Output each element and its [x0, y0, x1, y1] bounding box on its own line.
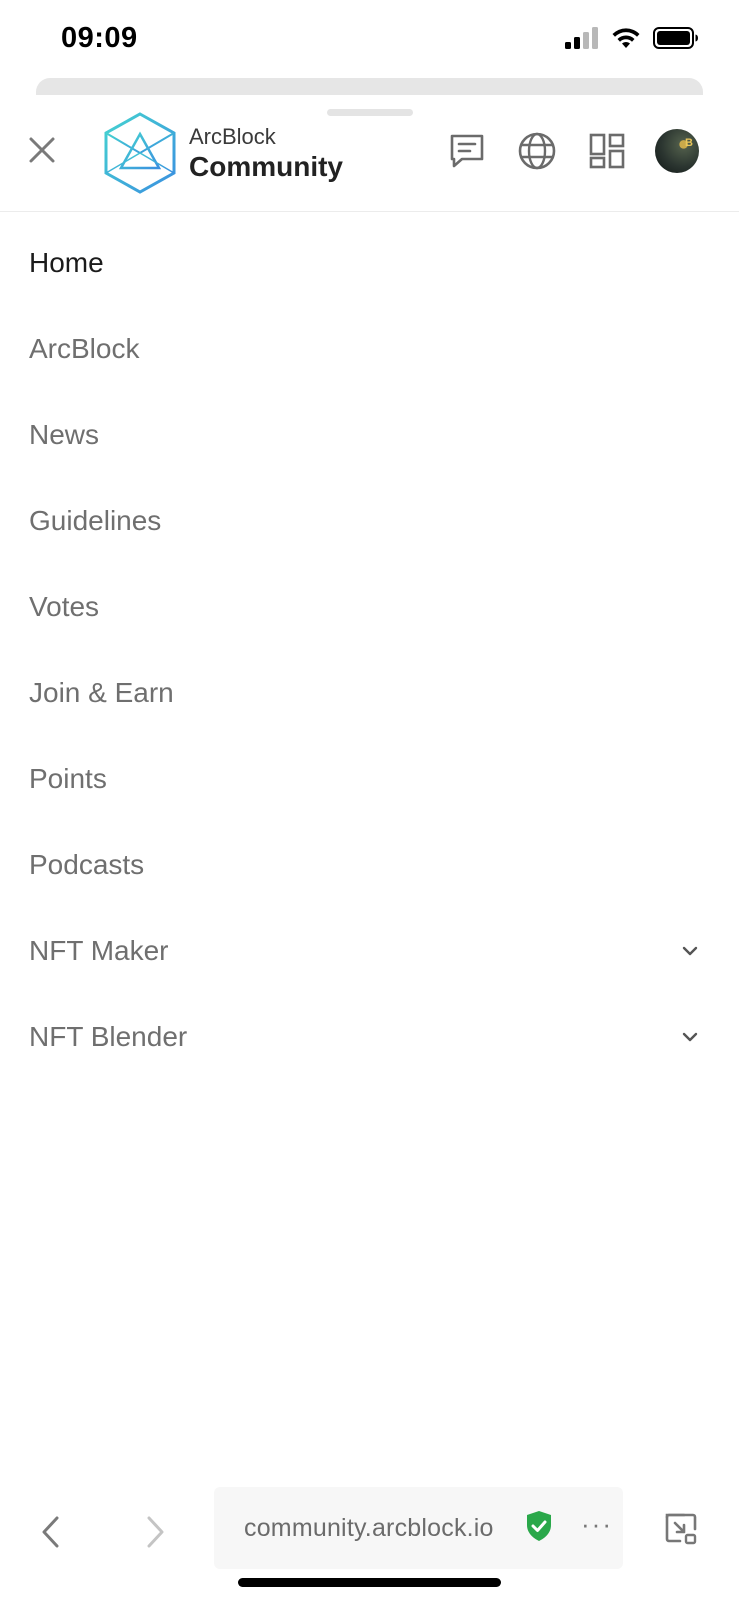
more-options-button[interactable]: ··· — [581, 1509, 613, 1540]
site-logo[interactable]: ArcBlock Community — [103, 112, 343, 194]
menu-item-label: ArcBlock — [29, 333, 140, 364]
arcblock-logo-icon — [104, 112, 176, 194]
menu-item-points[interactable]: Points — [0, 736, 739, 822]
secure-shield-icon — [527, 1511, 551, 1541]
site-header: ArcBlock Community B — [0, 95, 739, 212]
home-indicator[interactable] — [238, 1578, 501, 1587]
menu-item-label: Join & Earn — [29, 677, 174, 708]
chat-button[interactable] — [445, 129, 489, 173]
menu-item-join-earn[interactable]: Join & Earn — [0, 650, 739, 736]
chevron-down-icon[interactable] — [681, 943, 699, 959]
menu-item-guidelines[interactable]: Guidelines — [0, 478, 739, 564]
address-bar[interactable]: community.arcblock.io ··· — [214, 1487, 623, 1569]
nav-menu: Home ArcBlock News Guidelines Votes Join… — [0, 220, 739, 1080]
menu-item-label: NFT Blender — [29, 1021, 188, 1052]
close-icon — [29, 137, 55, 163]
forward-arrow-icon[interactable] — [140, 1512, 170, 1552]
status-icons — [565, 27, 699, 49]
apps-grid-icon — [589, 133, 625, 169]
status-bar: 09:09 — [0, 0, 739, 80]
wifi-icon — [612, 28, 640, 48]
menu-item-label: Guidelines — [29, 505, 162, 536]
avatar-mark: B — [685, 137, 693, 149]
menu-item-label: News — [29, 419, 100, 450]
globe-icon — [518, 132, 556, 170]
apps-button[interactable] — [585, 129, 629, 173]
picture-in-picture-icon[interactable] — [664, 1512, 698, 1546]
close-button[interactable] — [22, 130, 62, 170]
header-actions: B — [419, 129, 699, 173]
chat-icon — [450, 134, 484, 168]
menu-item-podcasts[interactable]: Podcasts — [0, 822, 739, 908]
menu-item-votes[interactable]: Votes — [0, 564, 739, 650]
battery-icon — [653, 27, 698, 49]
menu-item-label: NFT Maker — [29, 935, 169, 966]
menu-item-nft-maker[interactable]: NFT Maker — [0, 908, 739, 994]
back-arrow-icon[interactable] — [36, 1512, 66, 1552]
url-text[interactable]: community.arcblock.io — [244, 1514, 494, 1543]
language-button[interactable] — [515, 129, 559, 173]
menu-item-news[interactable]: News — [0, 392, 739, 478]
user-avatar[interactable]: B — [655, 129, 699, 173]
menu-item-label: Votes — [29, 591, 100, 622]
status-time: 09:09 — [61, 22, 138, 54]
menu-item-arcblock[interactable]: ArcBlock — [0, 306, 739, 392]
menu-item-nft-blender[interactable]: NFT Blender — [0, 994, 739, 1080]
navigation-sheet: ArcBlock Community B Home ArcBlock News … — [0, 95, 739, 1600]
logo-product: Community — [189, 150, 343, 182]
logo-text: ArcBlock Community — [189, 123, 343, 182]
menu-item-label: Points — [29, 763, 107, 794]
menu-item-label: Podcasts — [29, 849, 145, 880]
logo-brand: ArcBlock — [189, 123, 276, 149]
chevron-down-icon[interactable] — [681, 1029, 699, 1045]
cellular-signal-icon — [565, 27, 598, 49]
screen: 09:09 ArcBlock Community B Home ArcBlock… — [0, 0, 739, 1600]
menu-item-home[interactable]: Home — [0, 220, 739, 306]
menu-item-label: Home — [29, 247, 104, 278]
